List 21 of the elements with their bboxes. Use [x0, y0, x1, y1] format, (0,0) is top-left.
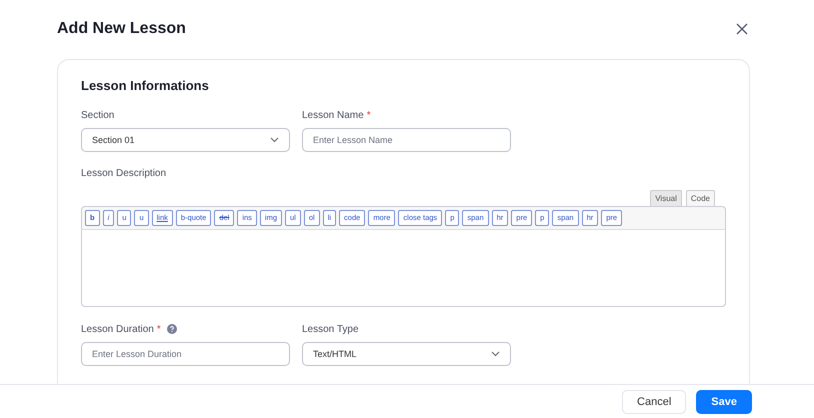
- field-label: Section: [81, 110, 114, 120]
- editor-tab[interactable]: Visual: [650, 190, 682, 206]
- dialog-title: Add New Lesson: [57, 20, 186, 38]
- cancel-button[interactable]: Cancel: [622, 390, 686, 414]
- input-field[interactable]: Enter Lesson Name: [302, 128, 511, 152]
- help-icon[interactable]: [166, 324, 177, 334]
- field-label: Lesson Description: [81, 167, 168, 179]
- required-mark: *: [366, 110, 371, 120]
- close-icon[interactable]: [736, 22, 748, 34]
- select-field[interactable]: Text/HTML: [302, 342, 511, 366]
- chevron-down-icon: [270, 137, 279, 143]
- editor-tab[interactable]: Code: [686, 190, 715, 206]
- required-mark: *: [156, 324, 161, 334]
- input-field[interactable]: Enter Lesson Duration: [81, 342, 290, 366]
- chevron-down-icon: [491, 351, 500, 357]
- field-label: Lesson Duration: [81, 324, 154, 334]
- card-heading: Lesson Informations: [81, 78, 210, 93]
- select-field[interactable]: Section 01: [81, 128, 290, 152]
- field-label: Lesson Type: [302, 324, 359, 334]
- field-label: Lesson Name: [302, 110, 364, 120]
- save-button[interactable]: Save: [696, 390, 752, 414]
